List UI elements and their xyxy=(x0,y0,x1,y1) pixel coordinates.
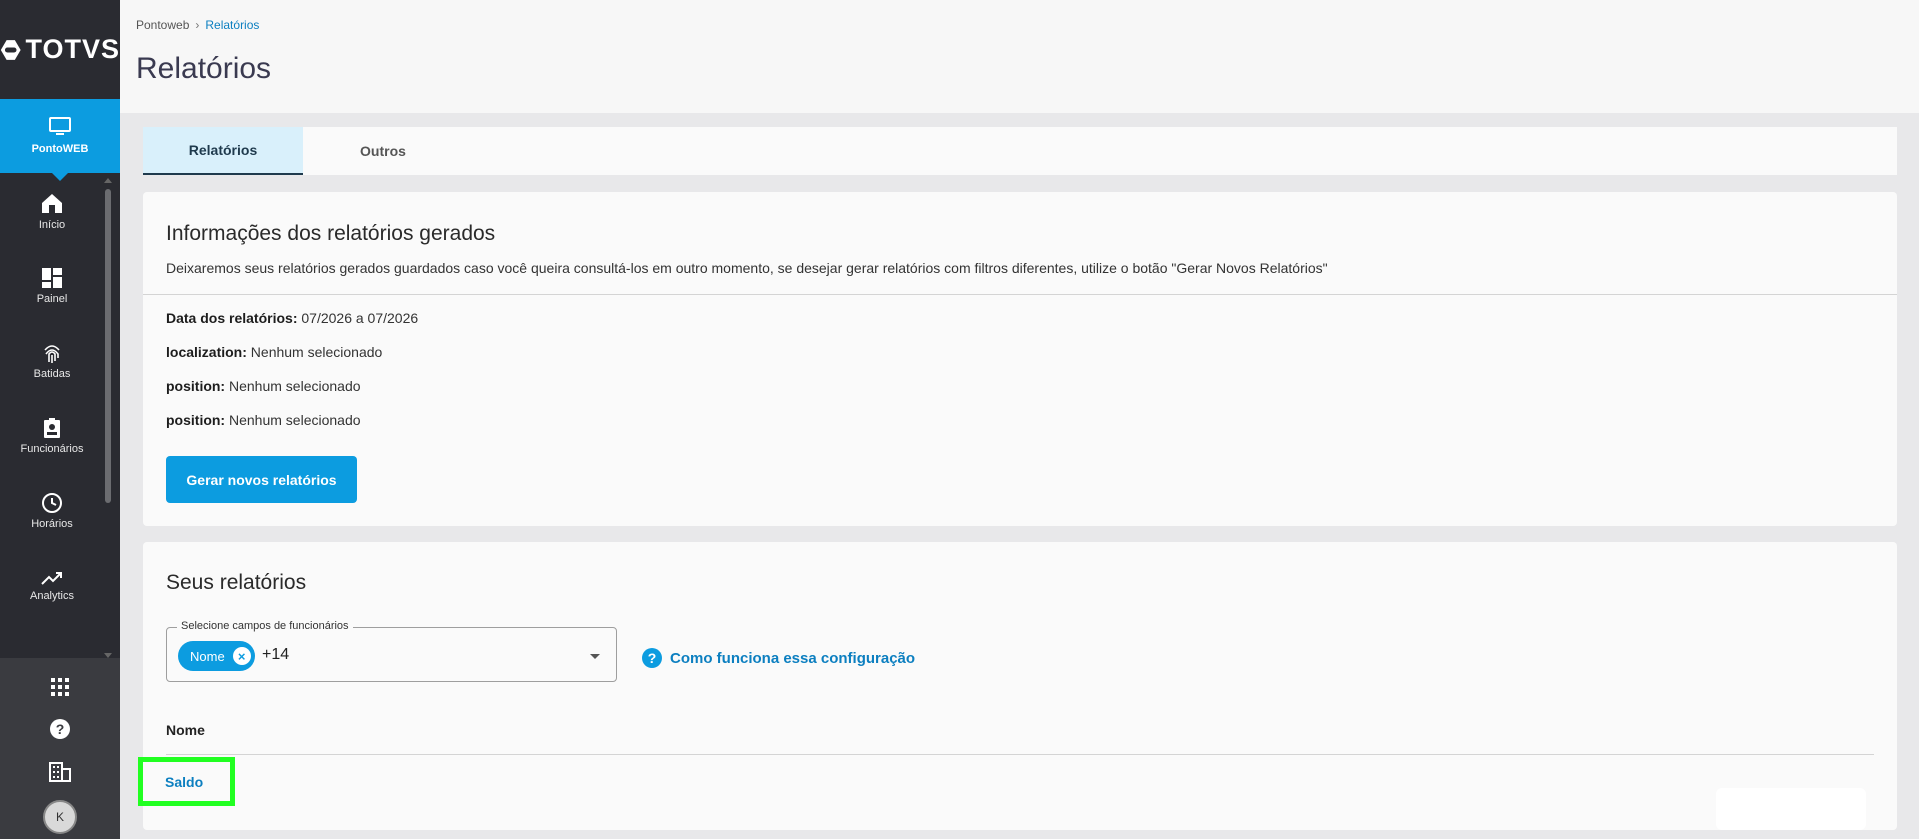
trending-up-icon xyxy=(41,571,62,585)
employee-fields-select[interactable]: Selecione campos de funcionários Nome × … xyxy=(166,620,617,682)
report-row-saldo[interactable]: Saldo xyxy=(138,757,235,806)
sidebar-bottom-tools: ? K xyxy=(0,658,120,839)
chevron-right-icon: › xyxy=(195,18,200,32)
tab-outros[interactable]: Outros xyxy=(303,127,463,175)
question-icon: ? xyxy=(642,648,662,668)
sidebar-item-funcionarios[interactable]: Funcionários xyxy=(0,398,104,473)
info-value: 07/2026 a 07/2026 xyxy=(301,310,419,326)
chip-label: Nome xyxy=(190,648,225,664)
info-line-localization: localization: Nenhum selecionado xyxy=(166,344,382,360)
more-count: +14 xyxy=(262,646,290,663)
reports-card-title: Seus relatórios xyxy=(166,571,307,594)
help-icon[interactable]: ? xyxy=(49,718,71,740)
info-line-date: Data dos relatórios: 07/2026 a 07/2026 xyxy=(166,310,418,326)
page-header xyxy=(120,0,1919,113)
clock-icon xyxy=(42,492,62,513)
totvs-logo-icon xyxy=(0,39,21,60)
sidebar-item-analytics[interactable]: Analytics xyxy=(0,548,104,623)
info-label: localization: xyxy=(166,344,247,360)
sidebar-item-label: Batidas xyxy=(33,367,71,380)
sidebar-item-label: PontoWEB xyxy=(31,143,89,155)
tab-bar: Relatórios Outros xyxy=(143,127,1897,175)
sidebar-scrollbar[interactable] xyxy=(104,178,112,658)
scroll-thumb[interactable] xyxy=(105,189,111,503)
field-label: Selecione campos de funcionários xyxy=(177,620,353,632)
sidebar-item-label: Funcionários xyxy=(20,442,84,455)
help-link[interactable]: ? Como funciona essa configuração xyxy=(642,648,915,668)
info-line-position: position: Nenhum selecionado xyxy=(166,378,361,394)
breadcrumb-current[interactable]: Relatórios xyxy=(205,18,259,32)
sidebar-item-label: Painel xyxy=(36,292,68,305)
scroll-up-arrow[interactable] xyxy=(104,178,112,183)
info-card-title: Informações dos relatórios gerados xyxy=(166,222,496,245)
tab-relatorios[interactable]: Relatórios xyxy=(143,127,303,175)
fingerprint-icon xyxy=(44,344,60,363)
info-card-description: Deixaremos seus relatórios gerados guard… xyxy=(166,260,1328,276)
info-value: Nenhum selecionado xyxy=(229,378,361,394)
info-card: Informações dos relatórios gerados Deixa… xyxy=(143,192,1897,526)
sidebar: TOTVS PontoWEB Início Painel Batidas Fun… xyxy=(0,0,120,839)
generate-reports-button[interactable]: Gerar novos relatórios xyxy=(166,456,357,503)
sidebar-item-painel[interactable]: Painel xyxy=(0,248,104,323)
floating-widget[interactable] xyxy=(1716,788,1866,830)
chevron-down-icon[interactable] xyxy=(590,654,600,659)
info-value: Nenhum selecionado xyxy=(229,412,361,428)
info-label: Data dos relatórios: xyxy=(166,310,298,326)
dashboard-icon xyxy=(42,267,62,288)
sidebar-item-label: Horários xyxy=(31,517,73,530)
avatar[interactable]: K xyxy=(43,800,77,834)
close-icon[interactable]: × xyxy=(232,647,251,665)
help-link-label: Como funciona essa configuração xyxy=(670,649,916,667)
info-label: position: xyxy=(166,412,226,428)
breadcrumb: Pontoweb › Relatórios xyxy=(136,18,259,32)
sidebar-nav: Início Painel Batidas Funcionários Horár… xyxy=(0,173,104,623)
info-value: Nenhum selecionado xyxy=(250,344,383,360)
monitor-icon xyxy=(49,117,71,135)
column-header-nome: Nome xyxy=(166,722,205,738)
selected-chip[interactable]: Nome × xyxy=(178,641,255,671)
apps-grid-icon[interactable] xyxy=(51,678,69,696)
home-icon xyxy=(42,193,62,213)
sidebar-item-pontoweb[interactable]: PontoWEB xyxy=(0,99,120,181)
info-label: position: xyxy=(166,378,226,394)
info-line-position-2: position: Nenhum selecionado xyxy=(166,412,361,428)
table-divider xyxy=(166,754,1874,755)
reports-card: Seus relatórios Selecione campos de func… xyxy=(138,542,1897,830)
svg-text:?: ? xyxy=(56,721,65,737)
sidebar-item-inicio[interactable]: Início xyxy=(0,173,104,248)
building-icon[interactable] xyxy=(49,762,71,782)
sidebar-item-label: Analytics xyxy=(29,589,75,602)
badge-icon xyxy=(44,417,60,438)
divider xyxy=(143,294,1897,295)
totvs-logo[interactable]: TOTVS xyxy=(0,0,120,99)
sidebar-item-label: Início xyxy=(38,218,66,231)
sidebar-item-batidas[interactable]: Batidas xyxy=(0,323,104,398)
sidebar-item-horarios[interactable]: Horários xyxy=(0,473,104,548)
breadcrumb-root[interactable]: Pontoweb xyxy=(136,18,189,32)
page-title: Relatórios xyxy=(136,52,272,85)
logo-text: TOTVS xyxy=(25,34,120,64)
